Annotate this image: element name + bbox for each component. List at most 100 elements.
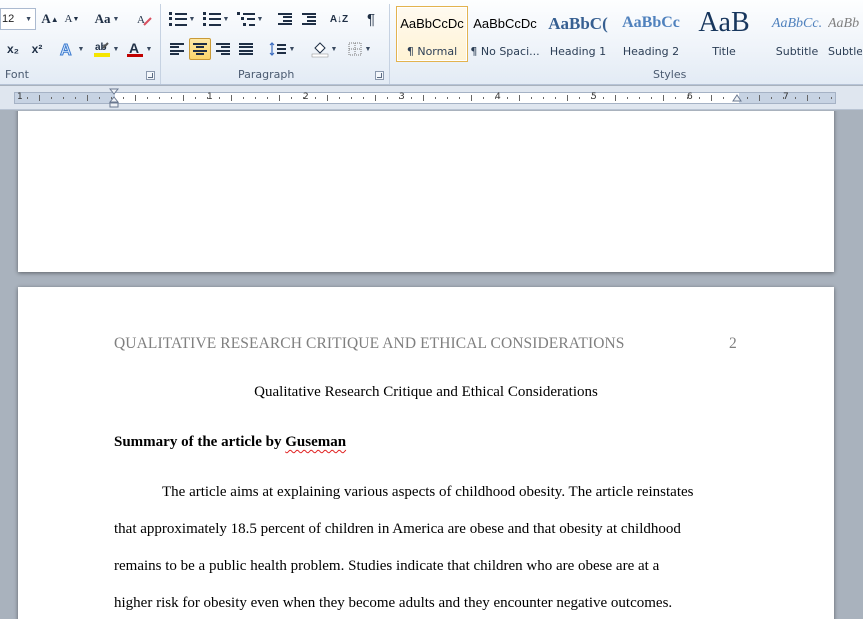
font-dialog-launcher[interactable] [146, 71, 155, 80]
borders-icon [348, 42, 362, 56]
styles-gallery: AaBbCcDc ¶ Normal AaBbCcDc ¶ No Spaci...… [393, 3, 863, 65]
ruler-tick [423, 95, 424, 101]
styles-group-label: Styles [653, 68, 687, 81]
ruler-tick [63, 97, 64, 99]
horizontal-ruler[interactable]: 1 1 2 3 4 5 6 7 [0, 86, 863, 110]
ruler-left-margin [15, 93, 115, 103]
ruler-tick [519, 95, 520, 101]
shrink-font-label: A [64, 13, 73, 25]
bullets-button[interactable]: ▼ [166, 8, 198, 30]
style-preview: AaB [698, 7, 750, 38]
style-no-spacing[interactable]: AaBbCcDc ¶ No Spaci... [469, 6, 541, 62]
text-effects-button[interactable]: A ▼ [56, 38, 86, 60]
ruler-tick [303, 97, 304, 99]
section-heading-name: Guseman [285, 434, 347, 450]
shading-button[interactable]: ▼ [308, 38, 340, 60]
ruler-tick [699, 97, 700, 99]
first-line-indent-marker[interactable] [109, 88, 119, 108]
svg-text:A: A [129, 40, 139, 56]
ruler-tick [687, 97, 688, 99]
paint-bucket-icon [311, 42, 328, 58]
ruler-tick [387, 97, 388, 99]
body-line: remains to be a public health problem. S… [114, 558, 660, 574]
ruler-tick [315, 97, 316, 99]
style-subtitle[interactable]: AaBbCc. Subtitle [761, 6, 833, 62]
chevron-down-icon: ▼ [364, 45, 372, 53]
ruler-tick [615, 95, 616, 101]
ruler-tick [591, 97, 592, 99]
ruler-tick [147, 97, 148, 99]
font-group-label: Font [5, 68, 29, 81]
ruler-tick [495, 97, 496, 99]
line-spacing-button[interactable]: ▼ [266, 38, 298, 60]
font-color-button[interactable]: A ▼ [124, 38, 154, 60]
ruler-tick [651, 97, 652, 99]
increase-indent-button[interactable] [298, 8, 320, 30]
font-size-value: 12 [2, 13, 15, 25]
style-preview: AaBbCc. [771, 16, 823, 31]
decrease-indent-button[interactable] [274, 8, 296, 30]
style-heading-2[interactable]: AaBbCc Heading 2 [615, 6, 687, 62]
page-2[interactable]: QUALITATIVE RESEARCH CRITIQUE AND ETHICA… [18, 287, 834, 619]
style-normal[interactable]: AaBbCcDc ¶ Normal [396, 6, 468, 62]
clear-formatting-button[interactable]: A [134, 8, 154, 30]
ruler-tick [483, 97, 484, 99]
ruler-tick [627, 97, 628, 99]
style-preview: AaBbCcDc [473, 16, 537, 31]
text-effects-icon: A [59, 42, 72, 59]
style-name: Subtitle [775, 45, 819, 58]
justify-button[interactable] [235, 38, 257, 60]
align-right-button[interactable] [212, 38, 234, 60]
sort-button[interactable]: A↓Z [328, 8, 350, 30]
borders-button[interactable]: ▼ [344, 38, 374, 60]
style-preview: AaBbCcDc [400, 16, 464, 31]
highlight-button[interactable]: ab ▼ [90, 38, 122, 60]
ruler-tick [579, 97, 580, 99]
chevron-down-icon: ▼ [112, 45, 120, 53]
font-color-icon: A [126, 40, 143, 57]
multilevel-list-button[interactable]: ▼ [234, 8, 266, 30]
ruler-tick [207, 97, 208, 99]
show-formatting-marks-button[interactable]: ¶ [360, 8, 382, 30]
ruler-tick [219, 97, 220, 99]
ruler-tick [447, 97, 448, 99]
ruler-tick [255, 97, 256, 99]
group-separator [389, 4, 390, 84]
ruler-bar: 1 1 2 3 4 5 6 7 [14, 92, 836, 104]
align-left-button[interactable] [166, 38, 188, 60]
document-area[interactable]: QUALITATIVE RESEARCH CRITIQUE AND ETHICA… [0, 111, 863, 619]
ruler-tick [231, 95, 232, 101]
document-title: Qualitative Research Critique and Ethica… [254, 384, 598, 400]
ruler-tick [723, 97, 724, 99]
superscript-button[interactable]: x² [26, 38, 48, 60]
font-size-box[interactable]: 12 ▼ [0, 8, 36, 30]
align-center-button[interactable] [189, 38, 211, 60]
ruler-tick [267, 97, 268, 99]
style-name: Heading 1 [549, 45, 607, 58]
ruler-tick [75, 97, 76, 99]
page-1[interactable] [18, 111, 834, 272]
multilevel-list-icon [236, 11, 255, 26]
ruler-tick [87, 95, 88, 101]
numbered-list-icon [202, 11, 221, 26]
ruler-tick [603, 97, 604, 99]
grow-font-button[interactable]: A ▲ [40, 8, 60, 30]
ruler-tick [531, 97, 532, 99]
numbering-button[interactable]: ▼ [200, 8, 232, 30]
ruler-tick [747, 97, 748, 99]
caret-up-icon: ▲ [50, 14, 59, 24]
style-title[interactable]: AaB Title [688, 6, 760, 62]
ruler-tick [171, 97, 172, 99]
style-subtle-emphasis[interactable]: AaBb Subtle [827, 6, 863, 62]
subscript-button[interactable]: x₂ [2, 38, 24, 60]
shrink-font-button[interactable]: A ▼ [62, 8, 82, 30]
ruler-tick [363, 97, 364, 99]
ruler-tick [375, 95, 376, 101]
change-case-button[interactable]: Aa ▼ [92, 8, 122, 30]
ruler-tick [711, 95, 712, 101]
chevron-down-icon: ▼ [256, 15, 264, 23]
chevron-down-icon: ▼ [25, 15, 32, 23]
paragraph-dialog-launcher[interactable] [375, 71, 384, 80]
chevron-down-icon: ▼ [188, 15, 196, 23]
style-heading-1[interactable]: AaBbC( Heading 1 [542, 6, 614, 62]
